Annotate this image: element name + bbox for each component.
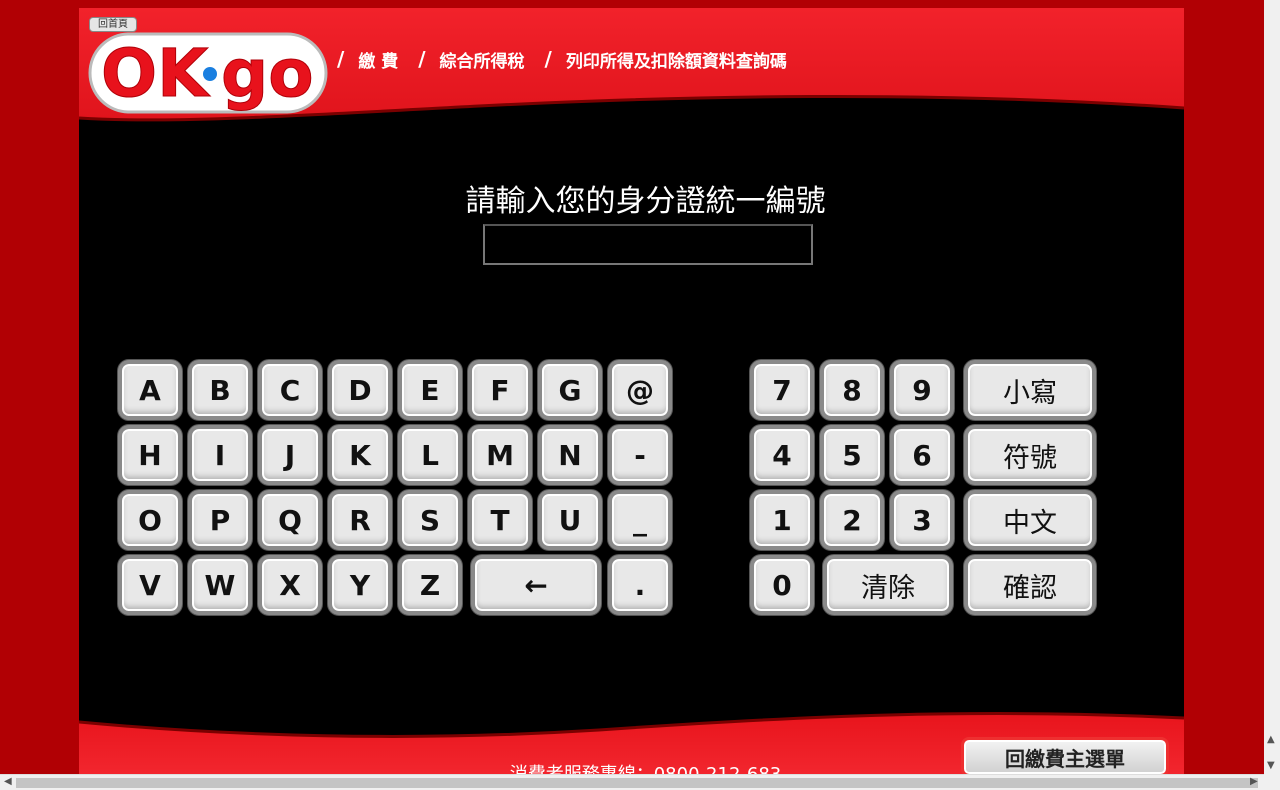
key-l[interactable]: L [398, 425, 462, 485]
kiosk-frame: OK go 回首頁 / 繳 費 / 綜合所得稅 / 列印所得及扣除額資料查詢碼 … [79, 8, 1184, 774]
key-dot[interactable]: . [608, 555, 672, 615]
key-digit-0[interactable]: 0 [750, 555, 814, 615]
key-w[interactable]: W [188, 555, 252, 615]
key-underscore[interactable]: _ [608, 490, 672, 550]
key-h[interactable]: H [118, 425, 182, 485]
key-p[interactable]: P [188, 490, 252, 550]
breadcrumb-item[interactable]: 繳 費 [358, 47, 398, 72]
clear-button[interactable]: 清除 [823, 555, 953, 615]
breadcrumb-separator: / [418, 47, 426, 71]
back-to-main-menu-button[interactable]: 回繳費主選單 [961, 737, 1169, 774]
key-digit-5[interactable]: 5 [820, 425, 884, 485]
breadcrumb-item[interactable]: 綜合所得稅 [440, 47, 525, 72]
key-dash[interactable]: - [608, 425, 672, 485]
key-g[interactable]: G [538, 360, 602, 420]
header: OK go 回首頁 / 繳 費 / 綜合所得稅 / 列印所得及扣除額資料查詢碼 [79, 8, 1184, 133]
key-a[interactable]: A [118, 360, 182, 420]
breadcrumb-separator: / [337, 47, 345, 71]
scrollbar-thumb[interactable] [16, 778, 1258, 788]
id-prompt: 請輸入您的身分證統一編號 [465, 184, 826, 219]
breadcrumb-separator: / [544, 47, 552, 71]
scroll-down-icon[interactable]: ▼ [1267, 760, 1275, 771]
key-o[interactable]: O [118, 490, 182, 550]
key-s[interactable]: S [398, 490, 462, 550]
key-digit-2[interactable]: 2 [820, 490, 884, 550]
home-link[interactable]: 回首頁 [89, 17, 137, 32]
key-digit-9[interactable]: 9 [890, 360, 954, 420]
symbols-toggle-button[interactable]: 符號 [964, 425, 1096, 485]
id-number-input[interactable] [483, 224, 813, 265]
key-q[interactable]: Q [258, 490, 322, 550]
key-c[interactable]: C [258, 360, 322, 420]
scroll-left-icon[interactable]: ◀ [4, 776, 12, 787]
chinese-input-button[interactable]: 中文 [964, 490, 1096, 550]
key-i[interactable]: I [188, 425, 252, 485]
vertical-scrollbar[interactable]: ▲ ▼ [1264, 0, 1280, 790]
key-digit-7[interactable]: 7 [750, 360, 814, 420]
key-n[interactable]: N [538, 425, 602, 485]
key-digit-8[interactable]: 8 [820, 360, 884, 420]
key-d[interactable]: D [328, 360, 392, 420]
scroll-right-icon[interactable]: ▶ [1250, 776, 1258, 787]
key-b[interactable]: B [188, 360, 252, 420]
horizontal-scrollbar[interactable]: ◀ ▶ [0, 774, 1264, 790]
key-r[interactable]: R [328, 490, 392, 550]
breadcrumb: / 繳 費 / 綜合所得稅 / 列印所得及扣除額資料查詢碼 [337, 46, 807, 72]
key-digit-1[interactable]: 1 [750, 490, 814, 550]
lowercase-toggle-button[interactable]: 小寫 [964, 360, 1096, 420]
key-j[interactable]: J [258, 425, 322, 485]
key-f[interactable]: F [468, 360, 532, 420]
key-digit-3[interactable]: 3 [890, 490, 954, 550]
key-u[interactable]: U [538, 490, 602, 550]
key-m[interactable]: M [468, 425, 532, 485]
backspace-key[interactable]: ← [471, 555, 601, 615]
breadcrumb-item-current: 列印所得及扣除額資料查詢碼 [565, 51, 787, 72]
key-x[interactable]: X [258, 555, 322, 615]
key-z[interactable]: Z [398, 555, 462, 615]
key-y[interactable]: Y [328, 555, 392, 615]
key-e[interactable]: E [398, 360, 462, 420]
key-v[interactable]: V [118, 555, 182, 615]
key-t[interactable]: T [468, 490, 532, 550]
svg-text:go: go [221, 35, 314, 112]
key-k[interactable]: K [328, 425, 392, 485]
scroll-up-icon[interactable]: ▲ [1267, 734, 1275, 745]
key-at[interactable]: @ [608, 360, 672, 420]
key-digit-4[interactable]: 4 [750, 425, 814, 485]
key-digit-6[interactable]: 6 [890, 425, 954, 485]
svg-text:OK: OK [101, 35, 211, 112]
confirm-button[interactable]: 確認 [964, 555, 1096, 615]
